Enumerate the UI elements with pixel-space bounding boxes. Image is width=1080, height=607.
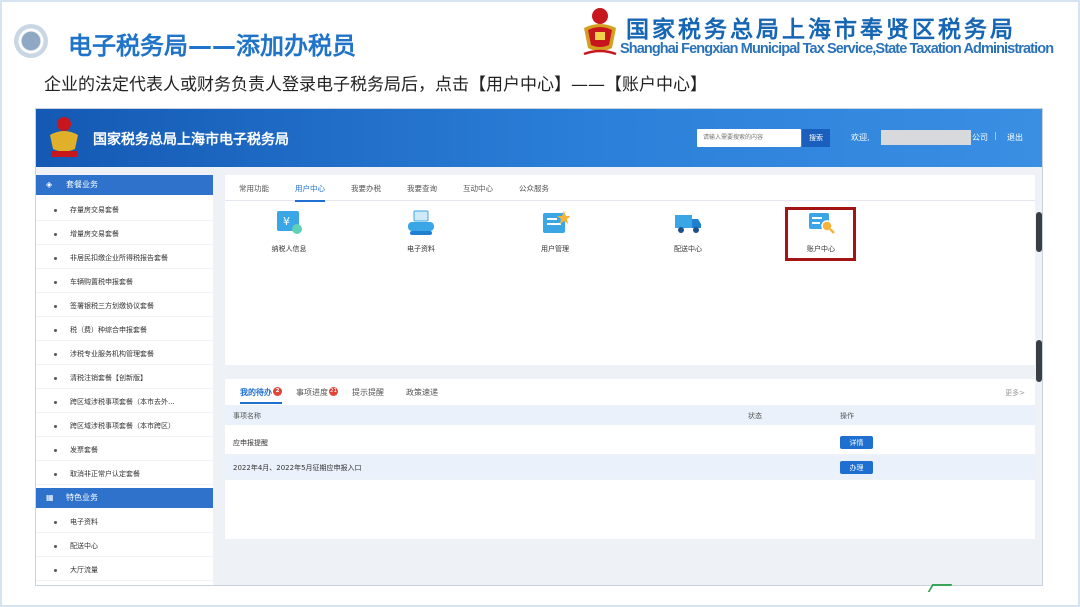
func-electronic-docs[interactable]: 电子资料 bbox=[386, 209, 456, 254]
tab-public-service[interactable]: 公众服务 bbox=[519, 183, 549, 194]
org-name-en: Shanghai Fengxian Municipal Tax Service,… bbox=[620, 41, 1054, 57]
sidebar-item[interactable]: 电子资料 bbox=[36, 511, 213, 533]
sidebar-item[interactable]: 取消非正常户认定套餐 bbox=[36, 463, 213, 485]
main-tabs: 常用功能 用户中心 我要办税 我要查询 互动中心 公众服务 bbox=[225, 175, 1035, 202]
org-name-cn: 国家税务总局上海市奉贤区税务局 bbox=[626, 17, 1016, 43]
search-button[interactable]: 搜索 bbox=[802, 129, 830, 147]
tab-user-center[interactable]: 用户中心 bbox=[295, 183, 325, 202]
site-title: 国家税务总局上海市电子税务局 bbox=[93, 132, 289, 148]
tab-my-todo[interactable]: 我的待办 2 bbox=[240, 387, 282, 404]
tab-tax-handling[interactable]: 我要办税 bbox=[351, 183, 381, 194]
bullet-icon bbox=[14, 24, 48, 58]
more-link[interactable]: 更多> bbox=[1005, 388, 1025, 398]
tab-interaction[interactable]: 互动中心 bbox=[463, 183, 493, 194]
tab-common[interactable]: 常用功能 bbox=[239, 183, 269, 194]
logout-link[interactable]: 退出 bbox=[1007, 132, 1023, 143]
func-taxpayer-info[interactable]: ¥ 纳税人信息 bbox=[254, 209, 324, 254]
sidebar-item[interactable]: 存量房交易套餐 bbox=[36, 199, 213, 221]
func-delivery-center[interactable]: 配送中心 bbox=[653, 209, 723, 254]
header-separator: | bbox=[994, 131, 997, 140]
sidebar-item[interactable]: 签署银税三方划缴协议套餐 bbox=[36, 295, 213, 317]
col-item-name: 事项名称 bbox=[233, 412, 261, 420]
sidebar-item[interactable]: 增量房交易套餐 bbox=[36, 223, 213, 245]
sidebar-item[interactable]: 税（费）种综合申报套餐 bbox=[36, 319, 213, 341]
col-action: 操作 bbox=[840, 412, 854, 420]
welcome-text: 欢迎, bbox=[851, 133, 870, 142]
sidebar-item[interactable]: 跨区域涉税事项套餐（本市跨区） bbox=[36, 415, 213, 437]
function-panel: 常用功能 用户中心 我要办税 我要查询 互动中心 公众服务 ¥ 纳税人信息 电子… bbox=[225, 175, 1035, 365]
row-name: 应申报提醒 bbox=[233, 439, 268, 447]
sidebar-section-packages[interactable]: ◈ 套餐业务 bbox=[36, 175, 213, 195]
layers-icon: ◈ bbox=[46, 180, 53, 189]
tab-progress[interactable]: 事项进度 21 bbox=[296, 387, 338, 398]
site-header: 国家税务总局上海市电子税务局 搜索 欢迎, 公司 | 退出 bbox=[36, 109, 1042, 167]
table-row: 应申报提醒 详情 bbox=[225, 430, 1035, 455]
scrollbar-thumb[interactable] bbox=[1036, 340, 1042, 382]
svg-text:¥: ¥ bbox=[283, 215, 290, 228]
tax-emblem-icon bbox=[583, 8, 617, 56]
scrollbar-thumb[interactable] bbox=[1036, 212, 1042, 252]
sidebar-item[interactable]: 配送中心 bbox=[36, 535, 213, 557]
handle-button[interactable]: 办理 bbox=[840, 461, 873, 474]
details-button[interactable]: 详情 bbox=[840, 436, 873, 449]
todo-panel: 我的待办 2 事项进度 21 提示提醒 政策速递 更多> 事项名称 状态 操作 应申… bbox=[225, 379, 1035, 539]
row-name: 2022年4月、2022年5月征期应申报入口 bbox=[233, 464, 362, 472]
user-name-redacted bbox=[881, 130, 971, 145]
todo-tabs: 我的待办 2 事项进度 21 提示提醒 政策速递 更多> bbox=[225, 379, 1035, 404]
grid-icon: ▦ bbox=[46, 493, 54, 502]
sidebar-item[interactable]: 车辆购置税申报套餐 bbox=[36, 271, 213, 293]
sidebar-section-label: 套餐业务 bbox=[66, 180, 98, 189]
func-user-management[interactable]: 用户管理 bbox=[520, 209, 590, 254]
site-emblem-icon bbox=[50, 117, 78, 157]
account-center-highlight-box bbox=[785, 207, 856, 261]
todo-table-header: 事项名称 状态 操作 bbox=[225, 405, 1035, 425]
col-status: 状态 bbox=[748, 412, 762, 420]
tab-policy[interactable]: 政策速递 bbox=[406, 387, 438, 398]
sidebar-item[interactable]: 跨区域涉税事项套餐（本市去外... bbox=[36, 391, 213, 413]
sidebar-item[interactable]: 发票套餐 bbox=[36, 439, 213, 461]
delivery-truck-icon bbox=[675, 215, 701, 233]
sidebar-section-featured[interactable]: ▦ 特色业务 bbox=[36, 488, 213, 508]
tab-query[interactable]: 我要查询 bbox=[407, 183, 437, 194]
sidebar: ◈ 套餐业务 存量房交易套餐 增量房交易套餐 非居民扣缴企业所得税报告套餐 车辆… bbox=[36, 175, 213, 585]
electronic-docs-icon bbox=[408, 210, 434, 235]
sidebar-item[interactable]: 涉税专业服务机构管理套餐 bbox=[36, 343, 213, 365]
sidebar-item[interactable]: 非居民扣缴企业所得税报告套餐 bbox=[36, 247, 213, 269]
progress-count-badge: 21 bbox=[329, 387, 338, 396]
search-input[interactable] bbox=[697, 129, 801, 147]
slide-title: 电子税务局——添加办税员 bbox=[68, 32, 356, 60]
todo-count-badge: 2 bbox=[273, 387, 282, 396]
company-link[interactable]: 公司 bbox=[972, 132, 988, 143]
sidebar-item[interactable]: 大厅流量 bbox=[36, 559, 213, 581]
tab-reminders[interactable]: 提示提醒 bbox=[352, 387, 384, 398]
etax-screenshot: 国家税务总局上海市电子税务局 搜索 欢迎, 公司 | 退出 ◈ 套餐业务 存量房… bbox=[35, 108, 1043, 586]
instruction-text: 企业的法定代表人或财务负责人登录电子税务局后，点击【用户中心】——【账户中心】 bbox=[44, 75, 707, 95]
user-management-icon bbox=[543, 211, 570, 233]
table-row: 2022年4月、2022年5月征期应申报入口 办理 bbox=[225, 455, 1035, 480]
taxpayer-info-icon: ¥ bbox=[277, 211, 302, 234]
sidebar-item[interactable]: 清税注销套餐【创新版】 bbox=[36, 367, 213, 389]
sidebar-section-label: 特色业务 bbox=[66, 493, 98, 502]
